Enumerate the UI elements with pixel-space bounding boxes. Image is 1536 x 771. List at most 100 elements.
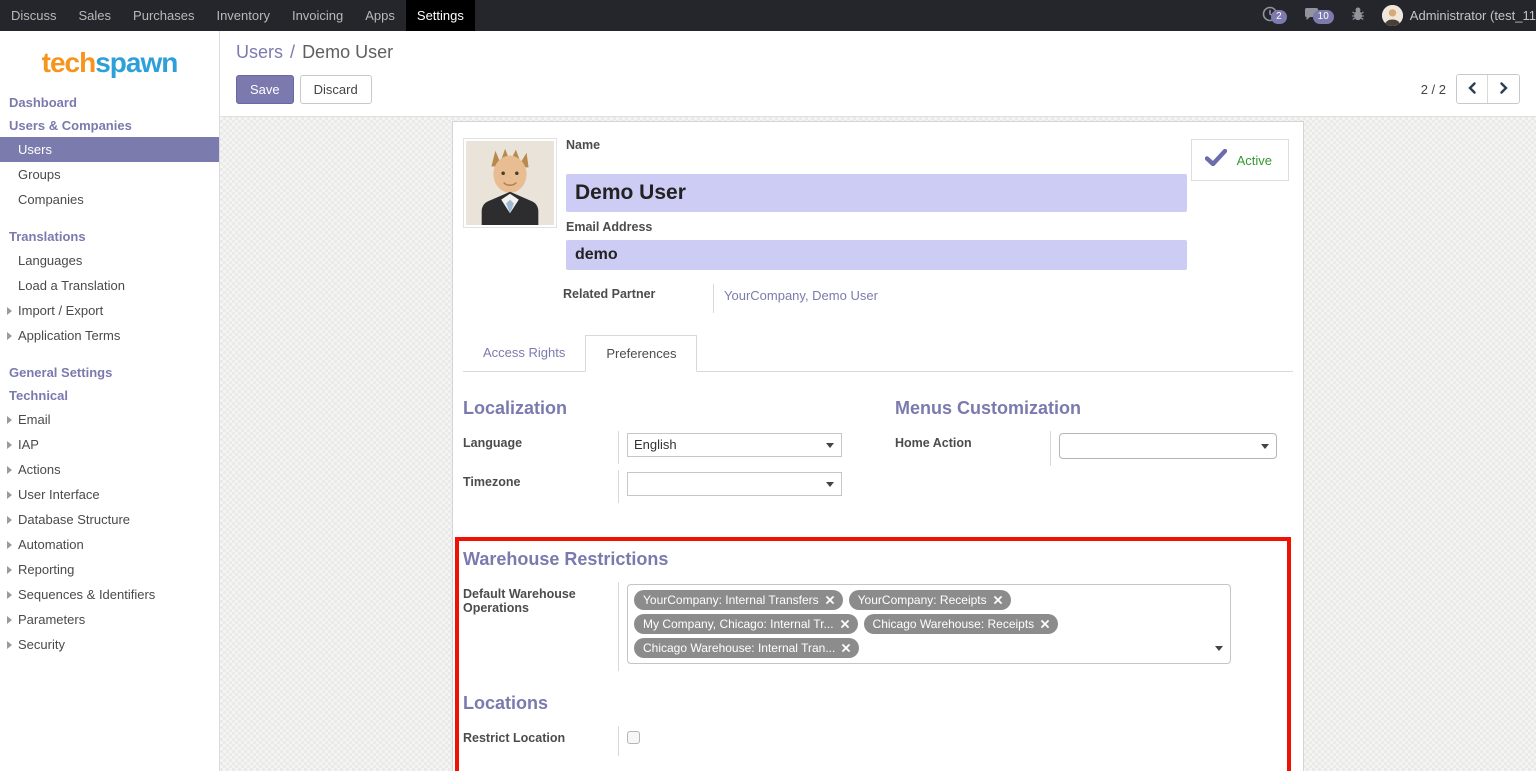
sidebar-item-label: User Interface bbox=[18, 487, 100, 502]
nav-menu-discuss[interactable]: Discuss bbox=[0, 0, 68, 31]
sidebar-menu: Dashboard Users & Companies Users Groups Com… bbox=[0, 91, 219, 657]
sidebar-section-general-settings[interactable]: General Settings bbox=[0, 361, 219, 384]
sidebar-item-iap[interactable]: IAP bbox=[0, 432, 219, 457]
sidebar: techspawn DashboardUsers & CompaniesUser… bbox=[0, 31, 220, 771]
app-menu-bar: DiscussSalesPurchasesInventoryInvoicingA… bbox=[0, 0, 475, 31]
sidebar-item-label: Languages bbox=[18, 253, 82, 268]
sidebar-item-import-export[interactable]: Import / Export bbox=[0, 298, 219, 323]
warehouse-restrictions-section-title: Warehouse Restrictions bbox=[463, 549, 1279, 570]
remove-tag-icon[interactable] bbox=[841, 620, 849, 628]
messages-button[interactable]: 10 bbox=[1303, 6, 1334, 25]
sidebar-item-label: Automation bbox=[18, 537, 84, 552]
sidebar-item-parameters[interactable]: Parameters bbox=[0, 607, 219, 632]
nav-menu-sales[interactable]: Sales bbox=[68, 0, 123, 31]
sidebar-section-technical[interactable]: Technical bbox=[0, 384, 219, 407]
sidebar-item-groups[interactable]: Groups bbox=[0, 162, 219, 187]
caret-right-icon bbox=[7, 307, 12, 315]
sidebar-section-translations[interactable]: Translations bbox=[0, 225, 219, 248]
active-label: Active bbox=[1237, 153, 1272, 168]
warehouse-operations-tags-input[interactable]: YourCompany: Internal Transfers YourCompa… bbox=[627, 584, 1231, 664]
tab-preferences[interactable]: Preferences bbox=[585, 335, 697, 372]
sidebar-item-label: Groups bbox=[18, 167, 61, 182]
active-toggle[interactable]: Active bbox=[1191, 139, 1289, 181]
pager-previous-button[interactable] bbox=[1457, 75, 1488, 103]
caret-right-icon bbox=[7, 616, 12, 624]
tab-access-rights[interactable]: Access Rights bbox=[463, 335, 585, 371]
name-input[interactable]: Demo User bbox=[566, 174, 1187, 212]
sidebar-section-dashboard[interactable]: Dashboard bbox=[0, 91, 219, 114]
remove-tag-icon[interactable] bbox=[826, 596, 834, 604]
sidebar-section-users-companies[interactable]: Users & Companies bbox=[0, 114, 219, 137]
discard-button[interactable]: Discard bbox=[300, 75, 372, 104]
email-field-label: Email Address bbox=[566, 220, 1293, 234]
warehouse-tag[interactable]: YourCompany: Receipts bbox=[849, 590, 1011, 610]
sidebar-item-label: Security bbox=[18, 637, 65, 652]
email-input[interactable]: demo bbox=[566, 240, 1187, 270]
sidebar-item-reporting[interactable]: Reporting bbox=[0, 557, 219, 582]
chevron-right-icon bbox=[1499, 82, 1509, 97]
related-partner-row: Related Partner YourCompany, Demo User bbox=[563, 284, 1293, 313]
check-icon bbox=[1205, 149, 1227, 171]
sidebar-item-automation[interactable]: Automation bbox=[0, 532, 219, 557]
warehouse-tag[interactable]: Chicago Warehouse: Internal Tran... bbox=[634, 638, 859, 658]
remove-tag-icon[interactable] bbox=[994, 596, 1002, 604]
nav-menu-inventory[interactable]: Inventory bbox=[205, 0, 280, 31]
sidebar-item-sequences-identifiers[interactable]: Sequences & Identifiers bbox=[0, 582, 219, 607]
debug-button[interactable] bbox=[1350, 6, 1366, 25]
control-panel: Users / Demo User Save Discard 2 / 2 bbox=[220, 31, 1536, 117]
nav-menu-purchases[interactable]: Purchases bbox=[122, 0, 205, 31]
pager-counter: 2 / 2 bbox=[1421, 82, 1446, 97]
tag-label: Chicago Warehouse: Internal Tran... bbox=[643, 640, 835, 656]
activities-button[interactable]: 2 bbox=[1262, 6, 1287, 25]
sidebar-item-application-terms[interactable]: Application Terms bbox=[0, 323, 219, 348]
remove-tag-icon[interactable] bbox=[1041, 620, 1049, 628]
user-menu[interactable]: Administrator (test_11 bbox=[1382, 5, 1536, 26]
sidebar-item-users[interactable]: Users bbox=[0, 137, 219, 162]
user-avatar-small bbox=[1382, 5, 1403, 26]
save-button[interactable]: Save bbox=[236, 75, 294, 104]
nav-menu-apps[interactable]: Apps bbox=[354, 0, 406, 31]
related-partner-link[interactable]: YourCompany, Demo User bbox=[724, 288, 878, 303]
sidebar-item-security[interactable]: Security bbox=[0, 632, 219, 657]
timezone-select[interactable] bbox=[627, 472, 842, 496]
sidebar-item-label: Sequences & Identifiers bbox=[18, 587, 155, 602]
remove-tag-icon[interactable] bbox=[842, 644, 850, 652]
caret-right-icon bbox=[7, 591, 12, 599]
language-label: Language bbox=[463, 431, 618, 450]
sidebar-item-load-a-translation[interactable]: Load a Translation bbox=[0, 273, 219, 298]
home-action-label: Home Action bbox=[895, 431, 1050, 450]
user-photo[interactable] bbox=[463, 138, 557, 228]
caret-right-icon bbox=[7, 566, 12, 574]
sidebar-item-label: Users bbox=[18, 142, 52, 157]
breadcrumb-parent-link[interactable]: Users bbox=[236, 42, 283, 62]
caret-right-icon bbox=[7, 332, 12, 340]
nav-menu-settings[interactable]: Settings bbox=[406, 0, 475, 31]
sidebar-item-actions[interactable]: Actions bbox=[0, 457, 219, 482]
sidebar-item-label: Users & Companies bbox=[9, 118, 132, 133]
pager-next-button[interactable] bbox=[1488, 75, 1519, 103]
form-tabs: Access Rights Preferences bbox=[463, 335, 1293, 372]
warehouse-tag[interactable]: YourCompany: Internal Transfers bbox=[634, 590, 843, 610]
sidebar-item-label: Technical bbox=[9, 388, 68, 403]
messages-badge: 10 bbox=[1313, 10, 1334, 24]
home-action-select[interactable] bbox=[1059, 433, 1277, 459]
sidebar-item-database-structure[interactable]: Database Structure bbox=[0, 507, 219, 532]
sidebar-item-languages[interactable]: Languages bbox=[0, 248, 219, 273]
locations-section-title: Locations bbox=[463, 693, 1279, 714]
timezone-label: Timezone bbox=[463, 470, 618, 489]
language-select[interactable]: English bbox=[627, 433, 842, 457]
sidebar-item-label: Companies bbox=[18, 192, 84, 207]
nav-menu-invoicing[interactable]: Invoicing bbox=[281, 0, 354, 31]
user-name-text: Administrator (test_11 bbox=[1410, 8, 1536, 23]
sidebar-item-email[interactable]: Email bbox=[0, 407, 219, 432]
chevron-down-icon bbox=[826, 443, 834, 448]
sidebar-item-label: Reporting bbox=[18, 562, 74, 577]
sidebar-item-companies[interactable]: Companies bbox=[0, 187, 219, 212]
sidebar-item-user-interface[interactable]: User Interface bbox=[0, 482, 219, 507]
restrict-location-checkbox[interactable] bbox=[627, 731, 640, 744]
warehouse-tag[interactable]: My Company, Chicago: Internal Tr... bbox=[634, 614, 858, 634]
warehouse-tag[interactable]: Chicago Warehouse: Receipts bbox=[864, 614, 1059, 634]
content-area: Active bbox=[220, 117, 1536, 771]
sidebar-item-label: Translations bbox=[9, 229, 86, 244]
bug-icon bbox=[1350, 6, 1366, 25]
